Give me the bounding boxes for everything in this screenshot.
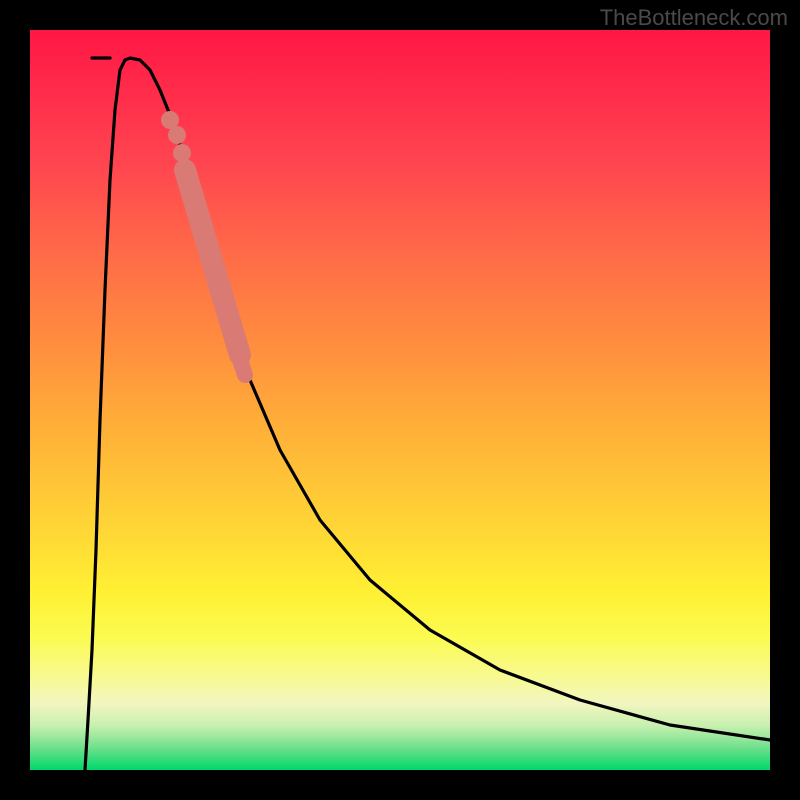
highlight-markers (161, 111, 245, 375)
highlight-segment (185, 170, 240, 355)
highlight-segment (240, 360, 245, 375)
highlight-dot (168, 126, 186, 144)
highlight-dot (173, 144, 191, 162)
plot-area (30, 30, 770, 770)
chart-svg (30, 30, 770, 770)
watermark-text: TheBottleneck.com (600, 5, 788, 31)
